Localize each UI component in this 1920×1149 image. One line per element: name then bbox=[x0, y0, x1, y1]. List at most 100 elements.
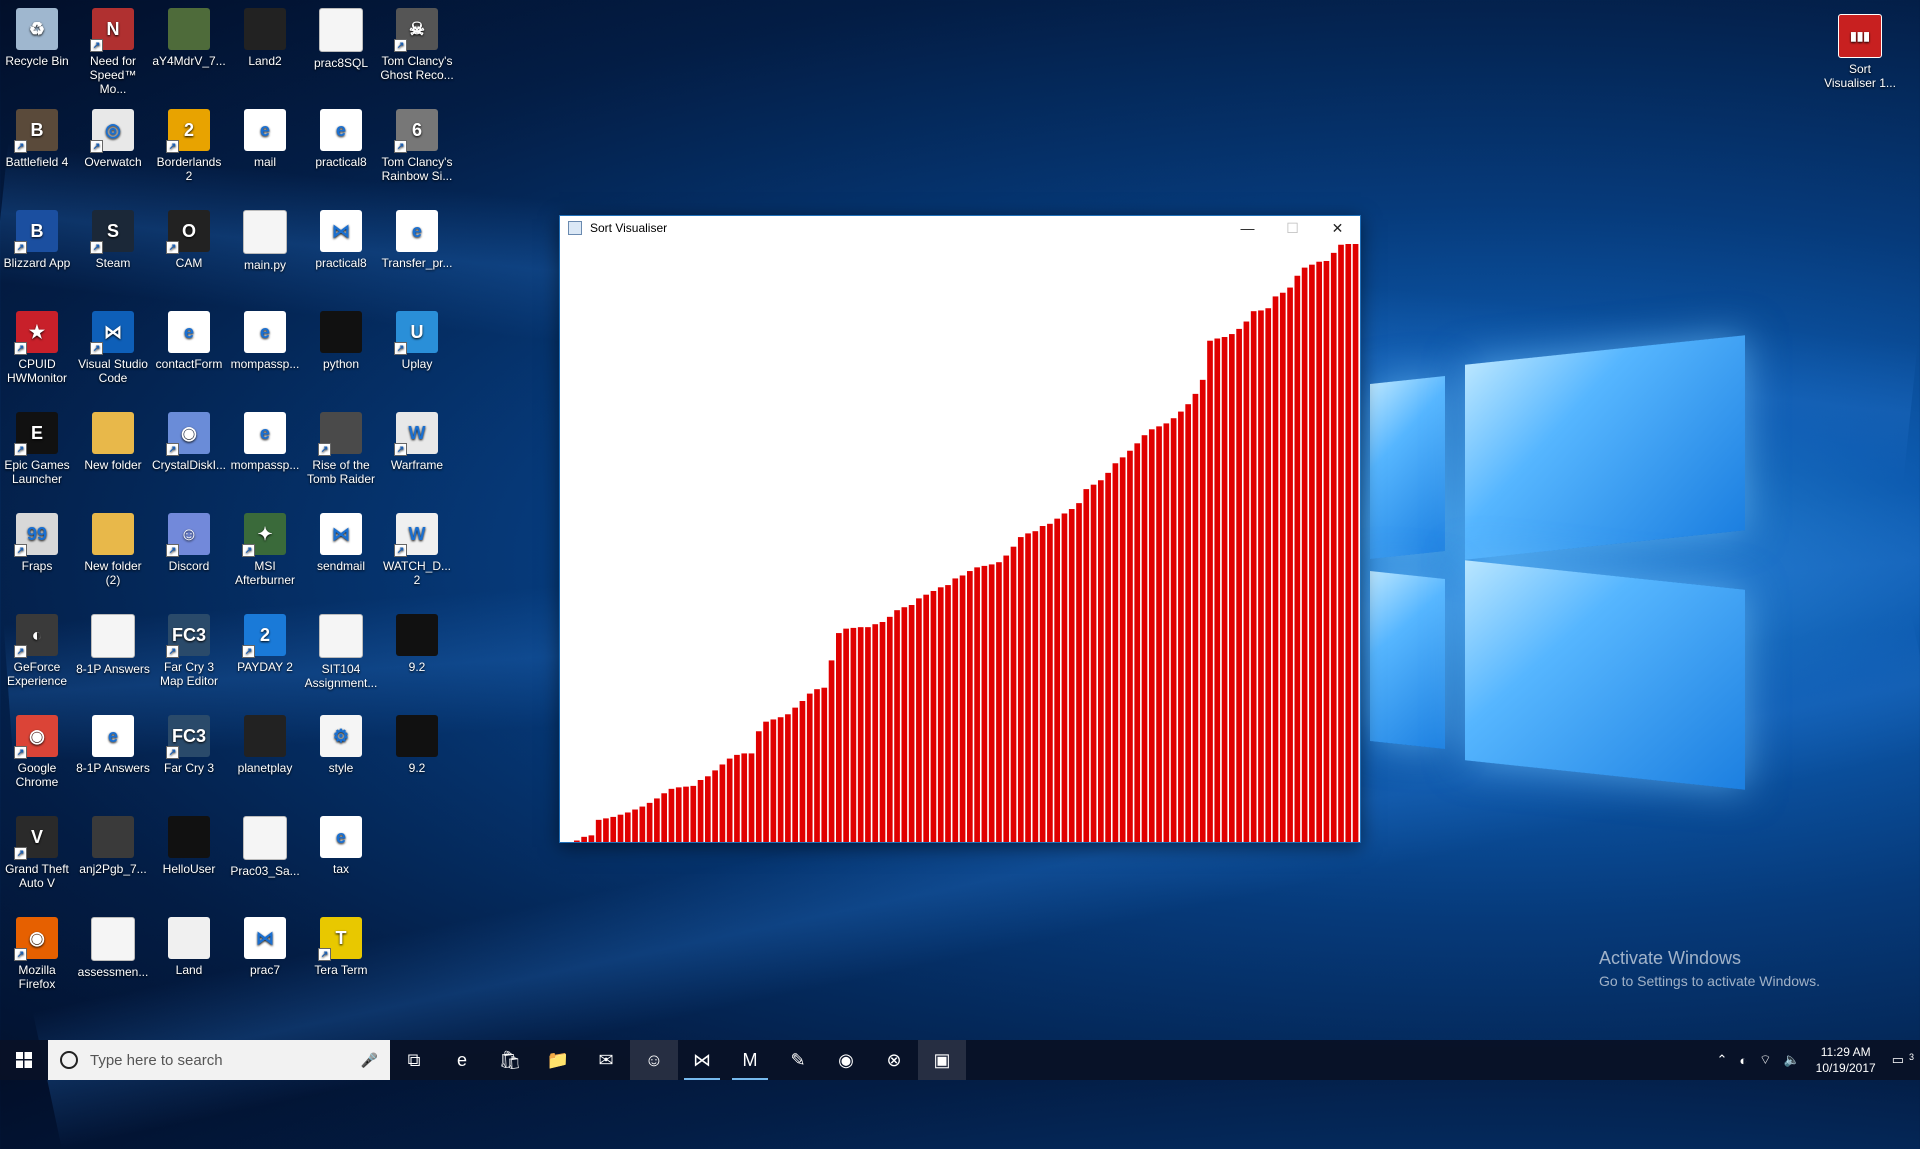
teraterm-icon: T ↗ bbox=[318, 917, 362, 961]
sort-visualiser-window[interactable]: Sort Visualiser — ☐ ✕ bbox=[559, 215, 1361, 843]
windows-start-icon bbox=[16, 1052, 32, 1068]
wifi-icon[interactable]: ⌔ bbox=[1753, 1052, 1777, 1068]
desktop-icon-label: mompassp... bbox=[230, 458, 300, 472]
desktop-icon[interactable]: ⋈ ↗ Visual Studio Code bbox=[76, 311, 150, 385]
desktop-icon[interactable]: ✦ ↗ MSI Afterburner bbox=[228, 513, 302, 587]
desktop-icon[interactable]: anj2Pgb_7... bbox=[76, 816, 150, 876]
sort-bar bbox=[595, 819, 602, 842]
taskbar-button[interactable]: M bbox=[726, 1040, 774, 1080]
sort-bar bbox=[1039, 526, 1046, 842]
desktop-icon[interactable]: ◎ ↗ Overwatch bbox=[76, 109, 150, 169]
desktop-icon[interactable]: assessmen... bbox=[76, 917, 150, 979]
tray-app-icon[interactable]: ◐ bbox=[1733, 1053, 1753, 1068]
desktop-icon[interactable]: ⚙ style bbox=[304, 715, 378, 775]
desktop-icon[interactable]: S ↗ Steam bbox=[76, 210, 150, 270]
window-app-icon[interactable] bbox=[568, 221, 582, 235]
xbox-icon: ⊗ bbox=[886, 1049, 902, 1070]
desktop-icon[interactable]: U ↗ Uplay bbox=[380, 311, 454, 371]
microphone-icon[interactable]: 🎤 bbox=[361, 1052, 378, 1069]
desktop-icon[interactable]: 99 ↗ Fraps bbox=[0, 513, 74, 573]
sort-bar bbox=[916, 598, 922, 842]
desktop-icon[interactable]: Land2 bbox=[228, 8, 302, 68]
desktop-icon[interactable]: ⋈ prac7 bbox=[228, 917, 302, 977]
desktop-icon[interactable]: FC3 ↗ Far Cry 3 Map Editor bbox=[152, 614, 226, 688]
taskbar-button[interactable]: e bbox=[438, 1040, 486, 1080]
taskbar-button[interactable]: ⋈ bbox=[678, 1040, 726, 1080]
desktop-icon[interactable]: 2 ↗ Borderlands 2 bbox=[152, 109, 226, 183]
desktop-icon[interactable]: E ↗ Epic Games Launcher bbox=[0, 412, 74, 486]
desktop-icon[interactable]: 9.2 bbox=[380, 614, 454, 674]
desktop-icon[interactable]: 6 ↗ Tom Clancy's Rainbow Si... bbox=[380, 109, 454, 183]
desktop-icon[interactable]: FC3 ↗ Far Cry 3 bbox=[152, 715, 226, 775]
desktop-icon[interactable]: Land bbox=[152, 917, 226, 977]
taskbar-button[interactable]: ⊗ bbox=[870, 1040, 918, 1080]
shortcut-arrow-icon: ↗ bbox=[394, 443, 407, 456]
taskbar-button[interactable]: ⧉ bbox=[390, 1040, 438, 1080]
desktop-icon[interactable]: ★ ↗ CPUID HWMonitor bbox=[0, 311, 74, 385]
desktop-icon[interactable]: ◉ ↗ Mozilla Firefox bbox=[0, 917, 74, 991]
desktop-icon-label: Land2 bbox=[248, 54, 282, 68]
desktop-icon-label: Steam bbox=[95, 256, 131, 270]
desktop-icon[interactable]: ☺ ↗ Discord bbox=[152, 513, 226, 573]
desktop-icon-label: prac7 bbox=[249, 963, 281, 977]
desktop-icon-label: practical8 bbox=[315, 256, 367, 270]
minimize-button[interactable]: — bbox=[1225, 216, 1270, 240]
desktop-icon[interactable]: aY4MdrV_7... bbox=[152, 8, 226, 68]
desktop-icon[interactable]: 9.2 bbox=[380, 715, 454, 775]
taskbar-button[interactable]: ✎ bbox=[774, 1040, 822, 1080]
window-titlebar[interactable]: Sort Visualiser — ☐ ✕ bbox=[560, 216, 1360, 240]
desktop-icon[interactable]: planetplay bbox=[228, 715, 302, 775]
desktop-icon[interactable]: main.py bbox=[228, 210, 302, 272]
desktop-icon[interactable]: ◐ ↗ GeForce Experience bbox=[0, 614, 74, 688]
desktop-icon[interactable]: python bbox=[304, 311, 378, 371]
desktop-icon[interactable]: B ↗ Blizzard App bbox=[0, 210, 74, 270]
desktop-icon[interactable]: ↗ Rise of the Tomb Raider bbox=[304, 412, 378, 486]
desktop-icon[interactable]: e mompassp... bbox=[228, 311, 302, 371]
desktop-icon[interactable]: W ↗ WATCH_D... 2 bbox=[380, 513, 454, 587]
desktop-icon[interactable]: e mompassp... bbox=[228, 412, 302, 472]
desktop-icon[interactable]: HelloUser bbox=[152, 816, 226, 876]
taskbar-button[interactable]: ☺ bbox=[630, 1040, 678, 1080]
volume-icon[interactable]: 🔈 bbox=[1777, 1052, 1805, 1068]
desktop-icon[interactable]: 8-1P Answers bbox=[76, 614, 150, 676]
desktop-icon[interactable]: B ↗ Battlefield 4 bbox=[0, 109, 74, 169]
desktop-icon[interactable]: prac8SQL bbox=[304, 8, 378, 70]
desktop-icon-label: Transfer_pr... bbox=[381, 256, 453, 270]
desktop-icon[interactable]: ⋈ sendmail bbox=[304, 513, 378, 573]
desktop-icon[interactable]: ♻ Recycle Bin bbox=[0, 8, 74, 68]
taskbar-button[interactable]: 📁 bbox=[534, 1040, 582, 1080]
desktop-icon[interactable]: e Transfer_pr... bbox=[380, 210, 454, 270]
show-hidden-icons-icon[interactable]: ⌃ bbox=[1710, 1052, 1733, 1068]
desktop-icon[interactable]: W ↗ Warframe bbox=[380, 412, 454, 472]
action-center-icon[interactable]: ▭ 3 bbox=[1886, 1052, 1920, 1068]
desktop-icon[interactable]: e practical8 bbox=[304, 109, 378, 169]
desktop-icon[interactable]: New folder bbox=[76, 412, 150, 472]
desktop-icon[interactable]: T ↗ Tera Term bbox=[304, 917, 378, 977]
desktop-icon-sort-visualiser[interactable]: ▮▮▮ Sort Visualiser 1... bbox=[1823, 14, 1897, 90]
start-button[interactable] bbox=[0, 1040, 48, 1080]
close-button[interactable]: ✕ bbox=[1315, 216, 1360, 240]
taskbar-clock[interactable]: 11:29 AM 10/19/2017 bbox=[1806, 1044, 1886, 1076]
taskbar-button[interactable]: ▣ bbox=[918, 1040, 966, 1080]
taskbar-button[interactable]: ◉ bbox=[822, 1040, 870, 1080]
desktop-icon[interactable]: 2 ↗ PAYDAY 2 bbox=[228, 614, 302, 674]
desktop-icon[interactable]: ☠ ↗ Tom Clancy's Ghost Reco... bbox=[380, 8, 454, 82]
taskbar-button[interactable]: 🛍 bbox=[486, 1040, 534, 1080]
desktop-icon[interactable]: Prac03_Sa... bbox=[228, 816, 302, 878]
desktop-icon[interactable]: e tax bbox=[304, 816, 378, 876]
desktop-icon[interactable]: New folder (2) bbox=[76, 513, 150, 587]
desktop-icon[interactable]: ⋈ practical8 bbox=[304, 210, 378, 270]
desktop-icon[interactable]: SIT104 Assignment... bbox=[304, 614, 378, 690]
maximize-button[interactable]: ☐ bbox=[1270, 216, 1315, 240]
window-icon bbox=[168, 917, 210, 959]
taskbar-search-box[interactable]: Type here to search 🎤 bbox=[48, 1040, 390, 1080]
desktop-icon[interactable]: ◉ ↗ CrystalDiskI... bbox=[152, 412, 226, 472]
desktop-icon[interactable]: O ↗ CAM bbox=[152, 210, 226, 270]
desktop-icon[interactable]: e mail bbox=[228, 109, 302, 169]
desktop-icon[interactable]: N ↗ Need for Speed™ Mo... bbox=[76, 8, 150, 96]
desktop-icon[interactable]: e 8-1P Answers bbox=[76, 715, 150, 775]
desktop-icon[interactable]: e contactForm bbox=[152, 311, 226, 371]
desktop-icon[interactable]: V ↗ Grand Theft Auto V bbox=[0, 816, 74, 890]
taskbar-button[interactable]: ✉ bbox=[582, 1040, 630, 1080]
desktop-icon[interactable]: ◉ ↗ Google Chrome bbox=[0, 715, 74, 789]
